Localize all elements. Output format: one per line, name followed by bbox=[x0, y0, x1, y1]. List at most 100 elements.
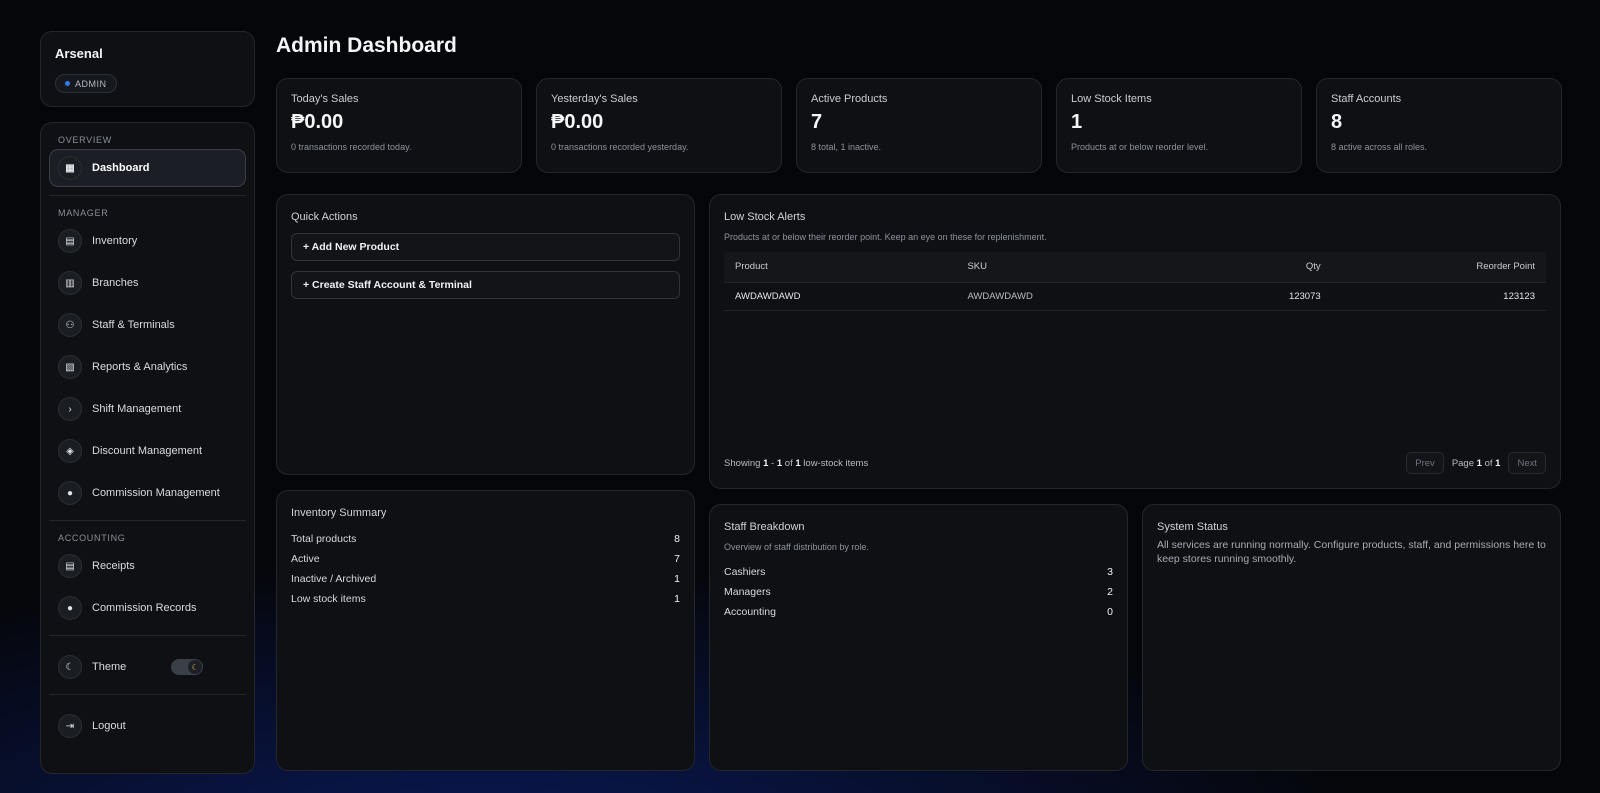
pagination-summary: Showing 1 - 1 of 1 low-stock items bbox=[724, 457, 869, 469]
inventory-summary-panel: Inventory Summary Total products 8 Activ… bbox=[276, 490, 695, 771]
tag-icon: ◈ bbox=[58, 439, 82, 463]
logout-button[interactable]: ⇥ Logout bbox=[49, 707, 246, 745]
sidebar-item-label: Receipts bbox=[92, 560, 135, 572]
stat-value: ₱0.00 bbox=[291, 111, 344, 133]
sidebar-item-staff-terminals[interactable]: ⚇ Staff & Terminals bbox=[49, 306, 246, 344]
panel-title: Inventory Summary bbox=[291, 507, 387, 519]
nav-divider bbox=[49, 694, 246, 695]
sidebar-item-label: Inventory bbox=[92, 235, 138, 247]
sidebar-item-label: Discount Management bbox=[92, 445, 203, 457]
sidebar-nav: OVERVIEW ▦ Dashboard MANAGER ▤ Inventory… bbox=[40, 122, 255, 774]
sidebar-item-shift-management[interactable]: › Shift Management bbox=[49, 390, 246, 428]
create-staff-button[interactable]: + Create Staff Account & Terminal bbox=[291, 271, 680, 299]
sidebar-item-reports-analytics[interactable]: ▧ Reports & Analytics bbox=[49, 348, 246, 386]
breakdown-label: Accounting bbox=[724, 606, 776, 618]
summary-value: 1 bbox=[674, 573, 680, 585]
stat-value: 7 bbox=[811, 111, 823, 133]
stat-subtext: 8 active across all roles. bbox=[1331, 142, 1428, 152]
users-icon: ⚇ bbox=[58, 313, 82, 337]
role-badge: ADMIN bbox=[55, 74, 117, 93]
table-header-row: Product SKU Qty Reorder Point bbox=[724, 252, 1546, 282]
breakdown-value: 0 bbox=[1107, 606, 1113, 618]
sidebar-item-label: Shift Management bbox=[92, 403, 182, 415]
stat-label: Active Products bbox=[811, 93, 888, 105]
brand-name: Arsenal bbox=[55, 46, 103, 61]
brand-card: Arsenal ADMIN bbox=[40, 31, 255, 107]
cell-product: AWDAWDAWD bbox=[724, 281, 957, 311]
receipt-icon: ▤ bbox=[58, 554, 82, 578]
summary-value: 7 bbox=[674, 553, 680, 565]
theme-row: ☾ Theme ☾ bbox=[49, 648, 246, 686]
breakdown-label: Managers bbox=[724, 586, 771, 598]
panel-title: System Status bbox=[1157, 521, 1228, 533]
stat-subtext: 8 total, 1 inactive. bbox=[811, 142, 882, 152]
sidebar-item-label: Commission Records bbox=[92, 602, 197, 614]
sidebar-item-label: Reports & Analytics bbox=[92, 361, 188, 373]
stat-subtext: Products at or below reorder level. bbox=[1071, 142, 1209, 152]
logout-label: Logout bbox=[92, 720, 126, 732]
breakdown-value: 2 bbox=[1107, 586, 1113, 598]
prev-page-button[interactable]: Prev bbox=[1406, 452, 1444, 474]
panel-subtitle: Overview of staff distribution by role. bbox=[724, 542, 869, 552]
clipboard-icon: ▤ bbox=[58, 229, 82, 253]
stat-label: Today's Sales bbox=[291, 93, 359, 105]
moon-icon: ☾ bbox=[188, 660, 202, 674]
theme-toggle[interactable]: ☾ bbox=[171, 659, 203, 675]
cell-sku: AWDAWDAWD bbox=[956, 281, 1189, 311]
sidebar-item-dashboard[interactable]: ▦ Dashboard bbox=[49, 149, 246, 187]
stat-subtext: 0 transactions recorded yesterday. bbox=[551, 142, 689, 152]
breakdown-row: Managers 2 bbox=[724, 586, 1113, 598]
sidebar-item-label: Branches bbox=[92, 277, 139, 289]
sidebar-item-label: Commission Management bbox=[92, 487, 220, 499]
nav-section-title: ACCOUNTING bbox=[58, 533, 126, 543]
sidebar-item-discount-management[interactable]: ◈ Discount Management bbox=[49, 432, 246, 470]
nav-divider bbox=[49, 635, 246, 636]
next-page-button[interactable]: Next bbox=[1508, 452, 1546, 474]
breakdown-row: Accounting 0 bbox=[724, 606, 1113, 618]
page-title: Admin Dashboard bbox=[276, 34, 457, 57]
summary-label: Inactive / Archived bbox=[291, 573, 377, 585]
nav-section-title: OVERVIEW bbox=[58, 135, 112, 145]
column-header-reorder-point: Reorder Point bbox=[1476, 261, 1535, 273]
sidebar-item-commission-management[interactable]: ● Commission Management bbox=[49, 474, 246, 512]
building-icon: ▥ bbox=[58, 271, 82, 295]
stat-value: 1 bbox=[1071, 111, 1083, 133]
breakdown-value: 3 bbox=[1107, 566, 1113, 578]
page-indicator: Page 1 of 1 bbox=[1451, 457, 1501, 469]
moon-icon: ☾ bbox=[58, 655, 82, 679]
panel-subtitle: Products at or below their reorder point… bbox=[724, 232, 1047, 242]
column-header-sku: SKU bbox=[967, 261, 987, 273]
stat-card-todays-sales: Today's Sales ₱0.00 0 transactions recor… bbox=[276, 78, 522, 173]
cell-qty: 123073 bbox=[1188, 281, 1332, 311]
stat-card-yesterdays-sales: Yesterday's Sales ₱0.00 0 transactions r… bbox=[536, 78, 782, 173]
theme-label: Theme bbox=[92, 661, 127, 673]
stat-value: ₱0.00 bbox=[551, 111, 604, 133]
add-product-button[interactable]: + Add New Product bbox=[291, 233, 680, 261]
stat-card-active-products: Active Products 7 8 total, 1 inactive. bbox=[796, 78, 1042, 173]
sidebar-item-branches[interactable]: ▥ Branches bbox=[49, 264, 246, 302]
column-header-product: Product bbox=[735, 261, 768, 273]
sidebar-item-inventory[interactable]: ▤ Inventory bbox=[49, 222, 246, 260]
summary-label: Total products bbox=[291, 533, 357, 545]
nav-divider bbox=[49, 195, 246, 196]
summary-row: Total products 8 bbox=[291, 533, 680, 545]
terminal-icon: › bbox=[58, 397, 82, 421]
coin-icon: ● bbox=[58, 481, 82, 505]
sidebar-item-commission-records[interactable]: ● Commission Records bbox=[49, 589, 246, 627]
quick-actions-panel: Quick Actions + Add New Product + Create… bbox=[276, 194, 695, 475]
stat-card-staff-accounts: Staff Accounts 8 8 active across all rol… bbox=[1316, 78, 1562, 173]
panel-title: Quick Actions bbox=[291, 211, 358, 223]
panel-title: Staff Breakdown bbox=[724, 521, 805, 533]
sidebar-item-receipts[interactable]: ▤ Receipts bbox=[49, 547, 246, 585]
table-row[interactable]: AWDAWDAWD AWDAWDAWD 123073 123123 bbox=[724, 281, 1546, 311]
table-footer: Showing 1 - 1 of 1 low-stock items Prev … bbox=[724, 452, 1546, 474]
stat-label: Yesterday's Sales bbox=[551, 93, 638, 105]
breakdown-row: Cashiers 3 bbox=[724, 566, 1113, 578]
staff-breakdown-panel: Staff Breakdown Overview of staff distri… bbox=[709, 504, 1128, 771]
system-status-panel: System Status All services are running n… bbox=[1142, 504, 1561, 771]
summary-value: 8 bbox=[674, 533, 680, 545]
summary-row: Inactive / Archived 1 bbox=[291, 573, 680, 585]
summary-row: Active 7 bbox=[291, 553, 680, 565]
column-header-qty: Qty bbox=[1305, 261, 1321, 273]
breakdown-label: Cashiers bbox=[724, 566, 766, 578]
